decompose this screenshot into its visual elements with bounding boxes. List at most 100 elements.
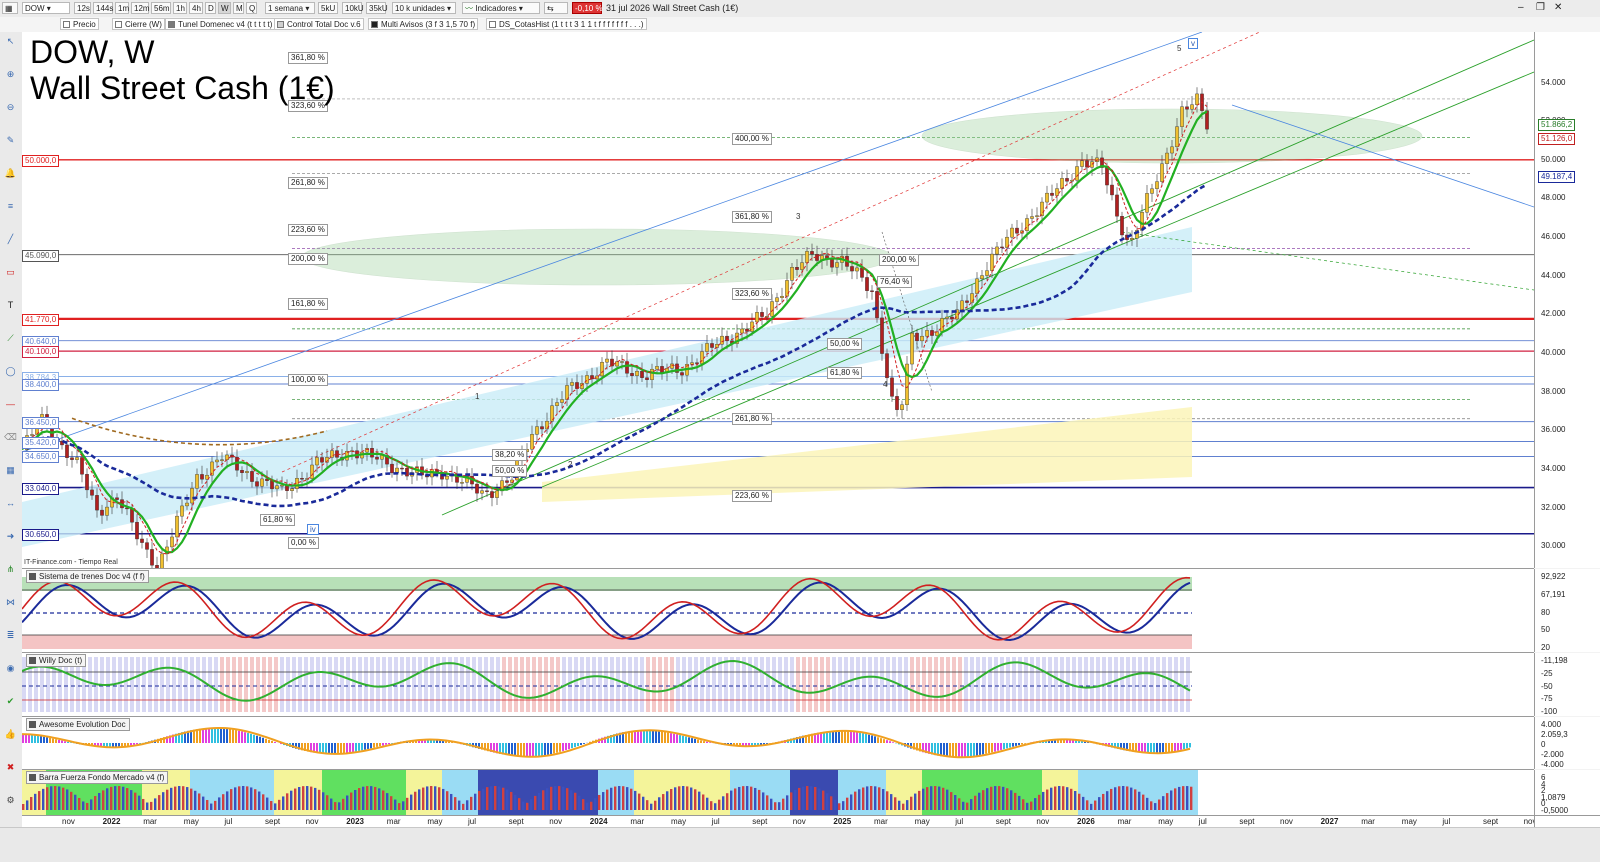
fibonacci-label: 323,60 % xyxy=(732,288,772,300)
market-force-bar xyxy=(662,794,664,810)
candle-body xyxy=(160,554,163,568)
timeframe-button-4h[interactable]: 4h xyxy=(189,2,203,14)
timeframe-button-12s[interactable]: 12s xyxy=(74,2,91,14)
willy-background-bar xyxy=(418,657,422,712)
timeframe-button-144s[interactable]: 144s xyxy=(93,2,113,14)
pane-axis-label: 92,922 xyxy=(1541,572,1565,581)
calendar-icon[interactable]: ▦ xyxy=(4,465,17,476)
text-icon[interactable]: T xyxy=(4,300,17,311)
pane-title[interactable]: Sistema de trenes Doc v4 (f f) xyxy=(26,570,149,583)
timeframe-button-1h[interactable]: 1h xyxy=(173,2,187,14)
market-force-bar xyxy=(986,788,988,810)
market-force-bar xyxy=(1054,787,1056,810)
layers-icon[interactable]: ≣ xyxy=(4,630,17,641)
pitchfork-icon[interactable]: ⋔ xyxy=(4,564,17,575)
settings-icon[interactable]: ⚙ xyxy=(4,795,17,806)
timeframe-button-56m[interactable]: 56m xyxy=(151,2,171,14)
trendline-icon[interactable]: ⟋ xyxy=(4,333,17,344)
timeframe-button-w[interactable]: W xyxy=(218,2,231,14)
indicator-chip[interactable]: Multi Avisos (3 f 3 1,5 70 f) xyxy=(368,18,478,30)
market-force-bar xyxy=(1010,790,1012,810)
timeframe-button-m[interactable]: M xyxy=(233,2,244,14)
ellipse-icon[interactable]: ◯ xyxy=(4,366,17,377)
elliott-wave-label: 4 xyxy=(883,380,887,389)
pane-barra[interactable]: Barra Fuerza Fondo Mercado v4 (f) xyxy=(22,770,1534,816)
timeframe-button-d[interactable]: D xyxy=(205,2,216,14)
market-force-bar xyxy=(362,787,364,810)
candle-body xyxy=(145,543,148,550)
awesome-histogram-bar xyxy=(331,743,333,754)
price-pane[interactable]: 361,80 %323,60 %400,00 %261,80 %361,80 %… xyxy=(22,32,1534,569)
fibonacci-icon[interactable]: ≡ xyxy=(4,201,17,212)
pane-trains[interactable]: Sistema de trenes Doc v4 (f f) xyxy=(22,569,1534,653)
pencil-icon[interactable]: ✎ xyxy=(4,135,17,146)
window-minimize-button[interactable]: – xyxy=(1518,2,1524,13)
willy-background-bar xyxy=(442,657,446,712)
delete-icon[interactable]: ✖ xyxy=(4,762,17,773)
bell-icon[interactable]: 🔔 xyxy=(4,168,17,179)
pane-axis-label: -2.000 xyxy=(1541,750,1564,759)
app-menu-icon[interactable]: ▦ xyxy=(2,2,18,14)
candle-body xyxy=(605,359,608,362)
time-axis-label: sept xyxy=(1239,817,1254,826)
tick-button-2[interactable]: 35kU xyxy=(366,2,386,14)
tick-button-0[interactable]: 5kU xyxy=(318,2,338,14)
window-restore-button[interactable]: ❐ xyxy=(1536,2,1545,13)
pane-title[interactable]: Barra Fuerza Fondo Mercado v4 (f) xyxy=(26,771,168,784)
symbol-selector[interactable]: DOW ▾ xyxy=(22,2,70,14)
candle-body xyxy=(760,312,763,316)
indicators-button[interactable]: 〰 Indicadores ▾ xyxy=(462,2,540,14)
timeframe-button-1m[interactable]: 1m xyxy=(115,2,129,14)
price-chart[interactable] xyxy=(22,32,1534,568)
timeframe-button-12m[interactable]: 12m xyxy=(131,2,149,14)
market-force-bar xyxy=(1018,796,1020,810)
willy-background-bar xyxy=(772,657,776,712)
market-force-bar xyxy=(226,791,228,810)
zoom-out-icon[interactable]: ⊖ xyxy=(4,102,17,113)
market-force-bar xyxy=(306,786,308,810)
awesome-histogram-bar xyxy=(838,731,840,743)
indicator-chip[interactable]: Tunel Domenec v4 (t t t t t) xyxy=(165,18,275,30)
indicator-chip[interactable]: Control Total Doc v.6 xyxy=(274,18,364,30)
horizontal-line-icon[interactable]: — xyxy=(4,399,17,410)
fibonacci-label: 161,80 % xyxy=(288,298,328,310)
indicator-label: Cierre (W) xyxy=(125,20,162,29)
window-close-button[interactable]: ✕ xyxy=(1554,2,1562,13)
indicator-chip[interactable]: DS_CotasHist (1 t t t 3 1 1 t f f f f f … xyxy=(486,18,647,30)
market-force-bar xyxy=(566,788,568,810)
zoom-in-icon[interactable]: ⊕ xyxy=(4,69,17,80)
willy-background-bar xyxy=(1084,657,1088,712)
indicator-chip[interactable]: Precio xyxy=(60,18,99,30)
sync-icon[interactable]: ⇆ xyxy=(544,2,568,14)
eye-icon[interactable]: ◉ xyxy=(4,663,17,674)
rectangle-icon[interactable]: ▭ xyxy=(4,267,17,278)
pane-color-icon xyxy=(29,721,36,728)
price-axis[interactable]: 54.00052.00050.00048.00046.00044.00042.0… xyxy=(1534,32,1600,568)
market-force-bar xyxy=(734,788,736,810)
arrow-icon[interactable]: ➜ xyxy=(4,531,17,542)
tick-button-1[interactable]: 10kU xyxy=(342,2,362,14)
magnet-icon[interactable]: ⋈ xyxy=(4,597,17,608)
awesome-histogram-bar xyxy=(370,743,372,748)
check-icon[interactable]: ✔ xyxy=(4,696,17,707)
measure-icon[interactable]: ↔ xyxy=(4,498,17,509)
pane-title[interactable]: Willy Doc (t) xyxy=(26,654,86,667)
channel-icon[interactable]: ╱ xyxy=(4,234,17,245)
candle-body xyxy=(1035,216,1038,217)
thumb-icon[interactable]: 👍 xyxy=(4,729,17,740)
period-selector[interactable]: 1 semana ▾ xyxy=(265,2,315,14)
timeframe-button-q[interactable]: Q xyxy=(246,2,257,14)
eraser-icon[interactable]: ⌫ xyxy=(4,432,17,443)
indicator-chip[interactable]: Cierre (W) xyxy=(112,18,165,30)
cursor-icon[interactable]: ↖ xyxy=(4,36,17,47)
awesome-histogram-bar xyxy=(226,729,228,743)
market-force-bar xyxy=(666,791,668,810)
market-force-bar xyxy=(234,787,236,810)
pane-awesome[interactable]: Awesome Evolution Doc xyxy=(22,717,1534,770)
pane-willy[interactable]: Willy Doc (t) xyxy=(22,653,1534,717)
price-axis-label: 50.000 xyxy=(1541,155,1565,164)
units-selector[interactable]: 10 k unidades ▾ xyxy=(392,2,456,14)
market-force-bar xyxy=(354,790,356,810)
pane-title[interactable]: Awesome Evolution Doc xyxy=(26,718,130,731)
awesome-histogram-bar xyxy=(265,739,267,743)
